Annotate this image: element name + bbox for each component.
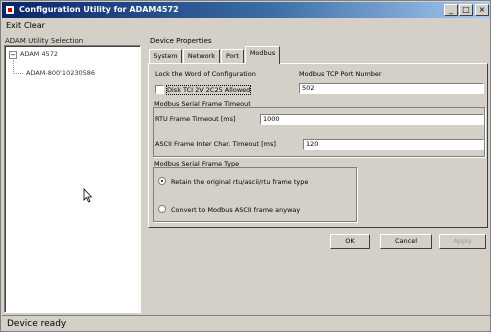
ascii-timeout-label: ASCII Frame Inter Char. Timeout [ms] xyxy=(155,140,276,148)
tree-connector xyxy=(13,60,14,74)
tab-network[interactable]: Network xyxy=(183,49,220,63)
modbus-tab-panel: Lock the Word of Configuration Disk TCI … xyxy=(148,63,488,228)
tcp-port-label: Modbus TCP Port Number xyxy=(299,70,382,78)
device-tree[interactable]: − ADAM 4572 ADAM-800'10230586 xyxy=(4,45,141,313)
lock-config-checkbox-text[interactable]: Disk TCI 2V 2C25 Allowed xyxy=(165,85,252,95)
status-text: Device ready xyxy=(7,319,67,329)
menu-bar: Exit Clear xyxy=(2,19,490,33)
menu-exit[interactable]: Exit xyxy=(6,21,21,30)
rtu-timeout-input[interactable]: 1000 xyxy=(260,114,484,125)
frame-type-convert-label[interactable]: Convert to Modbus ASCII frame anyway xyxy=(171,206,300,214)
frame-type-retain-label[interactable]: Retain the original rtu/ascii/rtu frame … xyxy=(171,178,308,186)
ok-button[interactable]: OK xyxy=(330,234,370,249)
tree-node-root[interactable]: ADAM 4572 xyxy=(20,50,58,58)
tab-port[interactable]: Port xyxy=(221,49,244,63)
maximize-button[interactable]: □ xyxy=(459,4,473,16)
lock-config-checkbox[interactable] xyxy=(155,85,164,94)
tree-node-device[interactable]: ADAM-800'10230586 xyxy=(26,69,95,77)
main-window: Configuration Utility for ADAM4572 _ □ ×… xyxy=(0,0,491,332)
mouse-cursor-icon xyxy=(83,188,93,203)
cancel-button[interactable]: Cancel xyxy=(380,234,432,249)
tab-modbus[interactable]: Modbus xyxy=(245,46,280,64)
tree-panel-label: ADAM Utility Selection xyxy=(5,37,84,45)
lock-config-label: Lock the Word of Configuration xyxy=(155,70,256,78)
frame-type-radio-retain[interactable] xyxy=(158,177,166,185)
minimize-button[interactable]: _ xyxy=(444,4,458,16)
window-title: Configuration Utility for ADAM4572 xyxy=(19,5,179,14)
device-properties-label: Device Properties xyxy=(150,37,212,45)
collapse-icon[interactable]: − xyxy=(9,51,17,59)
apply-button[interactable]: Apply xyxy=(439,234,486,249)
title-bar[interactable]: Configuration Utility for ADAM4572 _ □ × xyxy=(2,2,490,18)
ascii-timeout-input[interactable]: 120 xyxy=(303,139,484,150)
frame-type-radio-convert[interactable] xyxy=(158,205,166,213)
rtu-timeout-label: RTU Frame Timeout [ms] xyxy=(155,115,236,123)
close-button[interactable]: × xyxy=(475,4,489,16)
menu-clear[interactable]: Clear xyxy=(24,21,45,30)
tree-connector xyxy=(13,73,23,74)
status-bar: Device ready xyxy=(2,315,490,331)
tcp-port-input[interactable]: 502 xyxy=(299,83,484,94)
tab-system[interactable]: System xyxy=(149,49,182,63)
app-icon xyxy=(5,5,15,15)
